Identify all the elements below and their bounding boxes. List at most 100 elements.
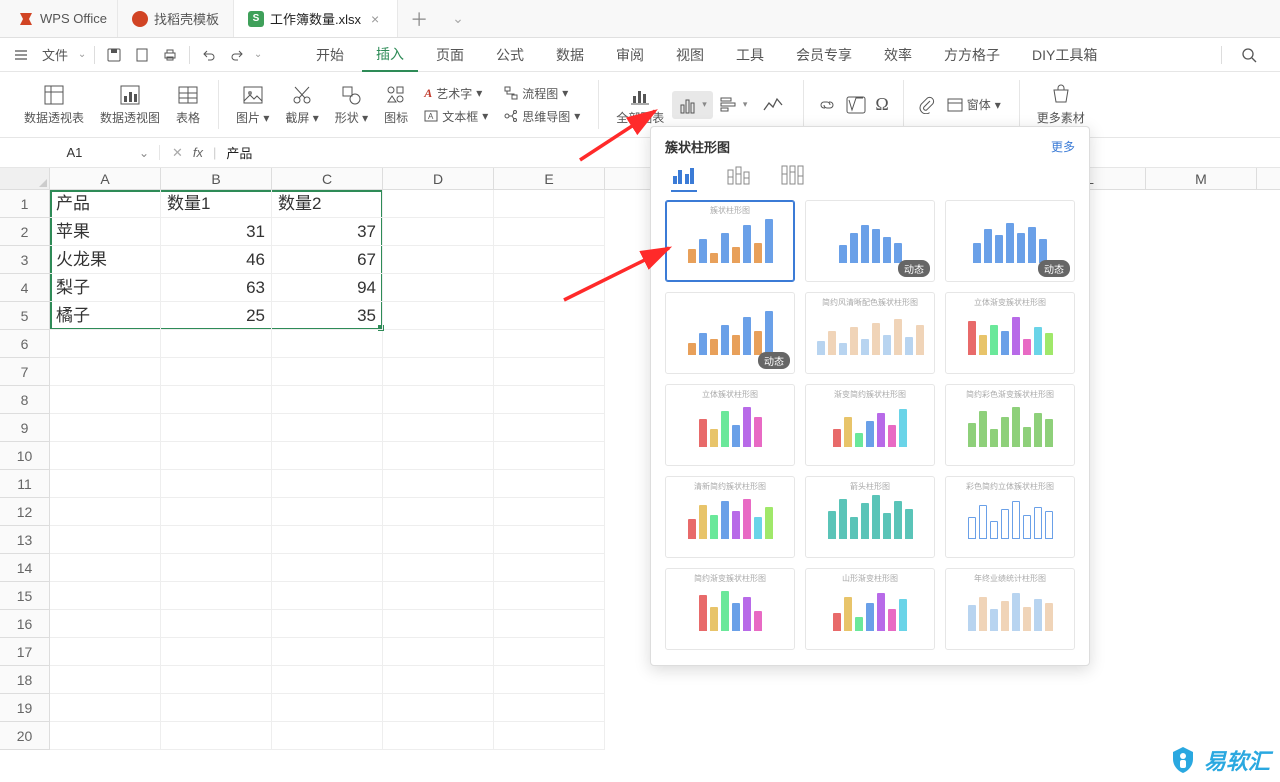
select-all-corner[interactable] — [0, 168, 50, 190]
menu-review[interactable]: 审阅 — [602, 38, 658, 72]
cell-C5[interactable]: 35 — [272, 302, 383, 330]
new-icon[interactable] — [129, 40, 155, 70]
row-head-11[interactable]: 11 — [0, 470, 50, 498]
chart-thumb-15[interactable]: 年终业绩统计柱形图 — [945, 568, 1075, 650]
menu-page[interactable]: 页面 — [422, 38, 478, 72]
chart-thumb-8[interactable]: 渐变简约簇状柱形图 — [805, 384, 935, 466]
menu-data[interactable]: 数据 — [542, 38, 598, 72]
menu-start[interactable]: 开始 — [302, 38, 358, 72]
menu-tools[interactable]: 工具 — [722, 38, 778, 72]
menu-ffgz[interactable]: 方方格子 — [930, 38, 1014, 72]
save-icon[interactable] — [101, 40, 127, 70]
tab-workbook[interactable]: S 工作簿数量.xlsx × — [234, 0, 398, 37]
add-tab-button[interactable]: ＋ — [398, 6, 440, 32]
pivot-chart-button[interactable]: 数据透视图 — [92, 75, 168, 135]
fx-icon[interactable]: fx — [193, 145, 203, 160]
name-box-input[interactable] — [10, 145, 139, 160]
close-icon[interactable]: × — [367, 11, 383, 27]
icons-button[interactable]: 图标 — [376, 75, 416, 135]
cell-A4[interactable]: 梨子 — [50, 274, 161, 302]
cell-C1[interactable]: 数量2 — [272, 190, 383, 218]
row-head-4[interactable]: 4 — [0, 274, 50, 302]
chart-thumb-2[interactable]: 动态 — [805, 200, 935, 282]
mindmap-button[interactable]: 思维导图 ▾ — [496, 106, 588, 127]
screenshot-button[interactable]: 截屏 ▾ — [277, 75, 326, 135]
cell-C2[interactable]: 37 — [272, 218, 383, 246]
menu-vip[interactable]: 会员专享 — [782, 38, 866, 72]
row-head-14[interactable]: 14 — [0, 554, 50, 582]
cell-C3[interactable]: 67 — [272, 246, 383, 274]
col-head-A[interactable]: A — [50, 168, 161, 189]
row-head-20[interactable]: 20 — [0, 722, 50, 750]
cell-B4[interactable]: 63 — [161, 274, 272, 302]
row-head-10[interactable]: 10 — [0, 442, 50, 470]
cell-A1[interactable]: 产品 — [50, 190, 161, 218]
picture-button[interactable]: 图片 ▾ — [228, 75, 277, 135]
formula-value[interactable]: 产品 — [226, 143, 252, 162]
hamburger-icon[interactable] — [8, 40, 34, 70]
col-head-D[interactable]: D — [383, 168, 494, 189]
form-control-button[interactable]: 窗体 ▾ — [939, 94, 1009, 115]
row-head-2[interactable]: 2 — [0, 218, 50, 246]
textbox-button[interactable]: A文本框 ▾ — [416, 106, 496, 127]
row-head-3[interactable]: 3 — [0, 246, 50, 274]
row-head-19[interactable]: 19 — [0, 694, 50, 722]
print-icon[interactable] — [157, 40, 183, 70]
chart-thumb-4[interactable]: 动态 — [665, 292, 795, 374]
more-link[interactable]: 更多 — [1051, 138, 1075, 155]
menu-view[interactable]: 视图 — [662, 38, 718, 72]
chart-thumb-11[interactable]: 箭头柱形图 — [805, 476, 935, 558]
equation-button[interactable] — [841, 92, 871, 118]
col-head-C[interactable]: C — [272, 168, 383, 189]
row-head-1[interactable]: 1 — [0, 190, 50, 218]
chart-thumb-3[interactable]: 动态 — [945, 200, 1075, 282]
chart-thumb-7[interactable]: 立体簇状柱形图 — [665, 384, 795, 466]
row-head-13[interactable]: 13 — [0, 526, 50, 554]
chevron-down-icon[interactable]: ⌄ — [139, 146, 149, 160]
shapes-button[interactable]: 形状 ▾ — [327, 75, 376, 135]
menu-insert[interactable]: 插入 — [362, 38, 418, 72]
search-icon[interactable] — [1234, 40, 1264, 70]
chart-thumb-12[interactable]: 彩色简约立体簇状柱形图 — [945, 476, 1075, 558]
cell-C4[interactable]: 94 — [272, 274, 383, 302]
row-head-6[interactable]: 6 — [0, 330, 50, 358]
chart-thumb-9[interactable]: 简约彩色渐变簇状柱形图 — [945, 384, 1075, 466]
cell-B5[interactable]: 25 — [161, 302, 272, 330]
clustered-bar-icon[interactable] — [671, 164, 697, 186]
row-head-7[interactable]: 7 — [0, 358, 50, 386]
col-head-B[interactable]: B — [161, 168, 272, 189]
col-head-E[interactable]: E — [494, 168, 605, 189]
row-head-9[interactable]: 9 — [0, 414, 50, 442]
redo-icon[interactable] — [224, 40, 250, 70]
tab-templates[interactable]: 找稻壳模板 — [118, 0, 234, 37]
pivot-table-button[interactable]: 数据透视表 — [16, 75, 92, 135]
col-head-M[interactable]: M — [1146, 168, 1257, 189]
attachment-button[interactable] — [913, 92, 939, 118]
cancel-fx-icon[interactable]: ✕ — [172, 145, 183, 161]
menu-diy[interactable]: DIY工具箱 — [1018, 38, 1111, 72]
link-button[interactable] — [813, 91, 841, 119]
row-head-5[interactable]: 5 — [0, 302, 50, 330]
qat-more-chevron-icon[interactable]: ⌄ — [252, 40, 264, 70]
symbol-button[interactable]: Ω — [871, 90, 892, 119]
row-head-16[interactable]: 16 — [0, 610, 50, 638]
chart-thumb-6[interactable]: 立体渐变簇状柱形图 — [945, 292, 1075, 374]
cell-B2[interactable]: 31 — [161, 218, 272, 246]
menu-efficiency[interactable]: 效率 — [870, 38, 926, 72]
chart-thumb-14[interactable]: 山形渐变柱形图 — [805, 568, 935, 650]
cell-A5[interactable]: 橘子 — [50, 302, 161, 330]
file-menu[interactable]: 文件 — [36, 40, 74, 70]
row-head-17[interactable]: 17 — [0, 638, 50, 666]
cell-B1[interactable]: 数量1 — [161, 190, 272, 218]
row-head-15[interactable]: 15 — [0, 582, 50, 610]
cell-A3[interactable]: 火龙果 — [50, 246, 161, 274]
file-menu-chevron-icon[interactable]: ⌄ — [76, 40, 88, 70]
menu-formula[interactable]: 公式 — [482, 38, 538, 72]
cell-B3[interactable]: 46 — [161, 246, 272, 274]
chart-thumb-1[interactable]: 簇状柱形图 — [665, 200, 795, 282]
stacked-bar-icon[interactable] — [725, 164, 751, 186]
chart-thumb-10[interactable]: 清新简约簇状柱形图 — [665, 476, 795, 558]
column-chart-dropdown[interactable]: ▾ — [672, 91, 713, 119]
percent-stacked-bar-icon[interactable] — [779, 164, 805, 186]
chart-thumb-13[interactable]: 简约渐变簇状柱形图 — [665, 568, 795, 650]
